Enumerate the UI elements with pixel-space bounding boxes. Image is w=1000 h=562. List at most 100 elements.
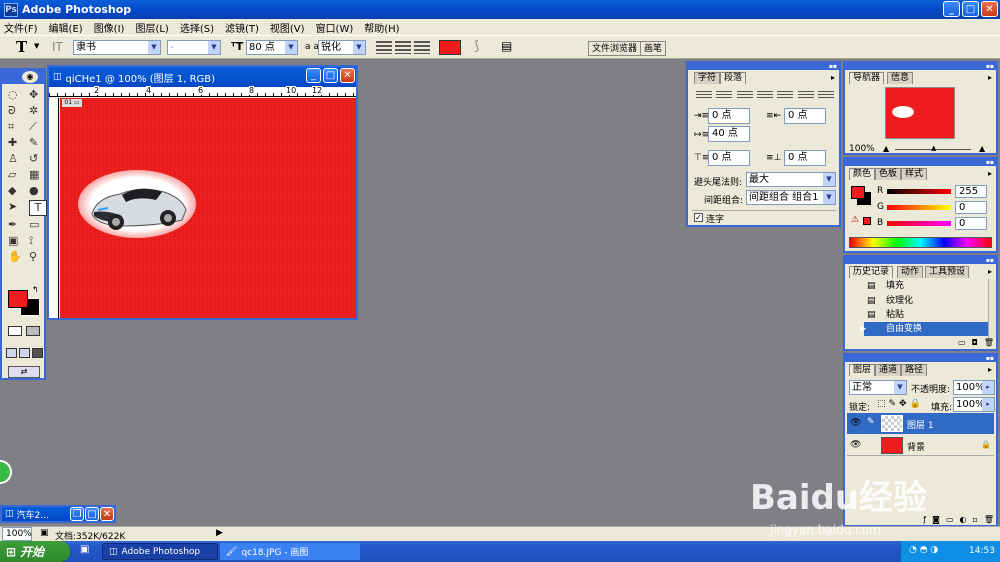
layer-1-name[interactable]: 图层 1 [907,418,934,431]
g-input[interactable]: 0 [955,201,987,214]
brush-tool-icon[interactable]: ✎ [29,136,47,150]
tab-swatches[interactable]: 色板 [875,168,902,180]
warp-text-icon[interactable]: ⟆ [474,39,479,54]
menu-select[interactable]: 选择(S) [180,20,214,35]
tab-history[interactable]: 历史记录 [849,266,894,278]
mojikumi-select[interactable]: 间距组合 组合1 ▼ [746,190,836,205]
path-select-icon[interactable]: ➤ [8,200,26,216]
menu-help[interactable]: 帮助(H) [364,20,399,35]
zoom-in-icon[interactable]: ▲ [979,144,985,153]
tab-channels[interactable]: 通道 [875,364,902,376]
tool-preset-arrow-icon[interactable]: ▼ [34,42,39,50]
healing-brush-icon[interactable]: ✚ [8,136,26,150]
first-line-indent-input[interactable]: 40 点 [708,126,750,142]
zoom-tool-icon[interactable]: ⚲ [29,250,47,264]
para-align-left-icon[interactable] [696,91,712,98]
b-input[interactable]: 0 [955,217,987,230]
indent-left-input[interactable]: 0 点 [708,108,750,124]
minimized-document[interactable]: ◫ 汽车2... ❐ □ ✕ [0,505,116,523]
para-align-right-icon[interactable] [736,91,753,98]
panel-menu-icon[interactable]: ▸ [831,73,835,82]
b-slider[interactable] [887,221,951,226]
color-spectrum-bar[interactable] [849,237,992,248]
type-tool-icon-active[interactable]: T [29,200,47,216]
history-item-selected[interactable]: 自由变换 [864,322,996,336]
r-input[interactable]: 255 [955,185,987,198]
palettes-toggle-icon[interactable]: ▤ [501,39,512,53]
justify-right-icon[interactable] [797,91,814,98]
close-button[interactable]: ✕ [100,507,114,521]
maximize-button[interactable]: □ [85,507,99,521]
justify-all-icon[interactable] [817,91,834,98]
tab-info[interactable]: 信息 [887,72,914,84]
type-tool-icon[interactable]: T [16,38,27,56]
navigator-thumbnail[interactable] [885,87,955,139]
para-align-center-icon[interactable] [716,91,733,98]
history-item[interactable]: 粘贴 [864,308,996,322]
adjustment-layer-icon[interactable]: ◐ [959,515,966,525]
status-menu-arrow-icon[interactable]: ▶ [216,528,223,538]
tab-color[interactable]: 颜色 [849,168,876,180]
background-visibility-eye-icon[interactable]: 👁 [850,440,861,450]
taskbar-photoshop[interactable]: ◫ Adobe Photoshop [102,543,218,560]
hand-tool-icon[interactable]: ✋ [8,250,26,264]
taskbar-paint[interactable]: 🖌 qc18.JPG - 画图 [220,543,360,560]
menu-edit[interactable]: 编辑(E) [49,20,83,35]
move-tool-icon[interactable]: ✥ [29,88,47,102]
background-layer-name[interactable]: 背景 [907,440,925,453]
gamut-color-swatch[interactable] [863,217,871,225]
panel-close-icon[interactable]: ▪▪ [829,63,837,70]
document-canvas[interactable]: 01 ▭ [60,98,356,318]
tab-actions[interactable]: 动作 [897,266,924,278]
tab-paragraph[interactable]: 段落 [720,72,747,84]
history-item[interactable]: 填充 [864,279,996,293]
text-color-swatch[interactable] [439,40,461,55]
hyphenate-checkbox[interactable]: ✓ [694,213,703,222]
clone-stamp-icon[interactable]: ♙ [8,152,26,166]
screen-mode-fullmenu-icon[interactable] [19,348,30,358]
layer-mask-icon[interactable]: ◙ [932,515,940,525]
shape-tool-icon[interactable]: ▭ [29,218,47,232]
justify-left-icon[interactable] [756,91,773,98]
panel-close-icon[interactable]: ▪▪ [986,355,994,362]
menu-layer[interactable]: 图层(L) [135,20,168,35]
slice-tool-icon[interactable]: ⟋ [29,120,47,134]
foreground-color-swatch[interactable] [8,290,28,308]
tab-navigator[interactable]: 导航器 [849,72,885,84]
blend-mode-select[interactable]: 正常 ▼ [849,380,907,395]
font-size-select[interactable]: 80 点 ▼ [246,40,298,55]
panel-menu-icon[interactable]: ▸ [988,267,992,276]
space-after-input[interactable]: 0 点 [784,150,826,166]
fill-input[interactable]: 100% ▸ [953,397,995,412]
maximize-button[interactable]: □ [962,1,979,17]
swap-colors-icon[interactable]: ↰ [32,285,39,294]
panel-close-icon[interactable]: ▪▪ [986,159,994,166]
doc-maximize-button[interactable]: □ [323,68,338,83]
history-scrollbar[interactable] [988,279,996,337]
restore-button[interactable]: ❐ [70,507,84,521]
gamut-warning-icon[interactable]: ⚠ [851,215,859,225]
space-before-input[interactable]: 0 点 [708,150,750,166]
screen-mode-standard-icon[interactable] [6,348,17,358]
close-button[interactable]: ✕ [981,1,998,17]
history-item[interactable]: 纹理化 [864,294,996,308]
orientation-toggle-icon[interactable]: ⅠT [52,40,63,54]
align-left-icon[interactable] [376,41,392,54]
tab-paths[interactable]: 路径 [901,364,928,376]
menu-filter[interactable]: 滤镜(T) [225,20,259,35]
menu-image[interactable]: 图像(I) [94,20,125,35]
layer-brush-icon[interactable]: ✎ [867,417,875,427]
doc-minimize-button[interactable]: _ [306,68,321,83]
new-layer-icon[interactable]: ▫ [972,515,977,525]
lock-icons[interactable]: ⬚✎✥🔒 [877,399,924,409]
quickmask-mode-icon[interactable] [26,326,40,336]
g-slider[interactable] [887,205,951,210]
new-snapshot-icon[interactable]: ◘ [972,338,978,348]
tab-tool-presets[interactable]: 工具预设 [925,266,970,278]
delete-layer-icon[interactable]: 🗑 [984,515,994,525]
layer-visibility-eye-icon[interactable]: 👁 [850,418,861,428]
antialias-select[interactable]: 锐化 ▼ [318,40,366,55]
blur-tool-icon[interactable]: ◆ [8,184,26,198]
panel-menu-icon[interactable]: ▸ [988,365,992,374]
screen-mode-full-icon[interactable] [32,348,43,358]
